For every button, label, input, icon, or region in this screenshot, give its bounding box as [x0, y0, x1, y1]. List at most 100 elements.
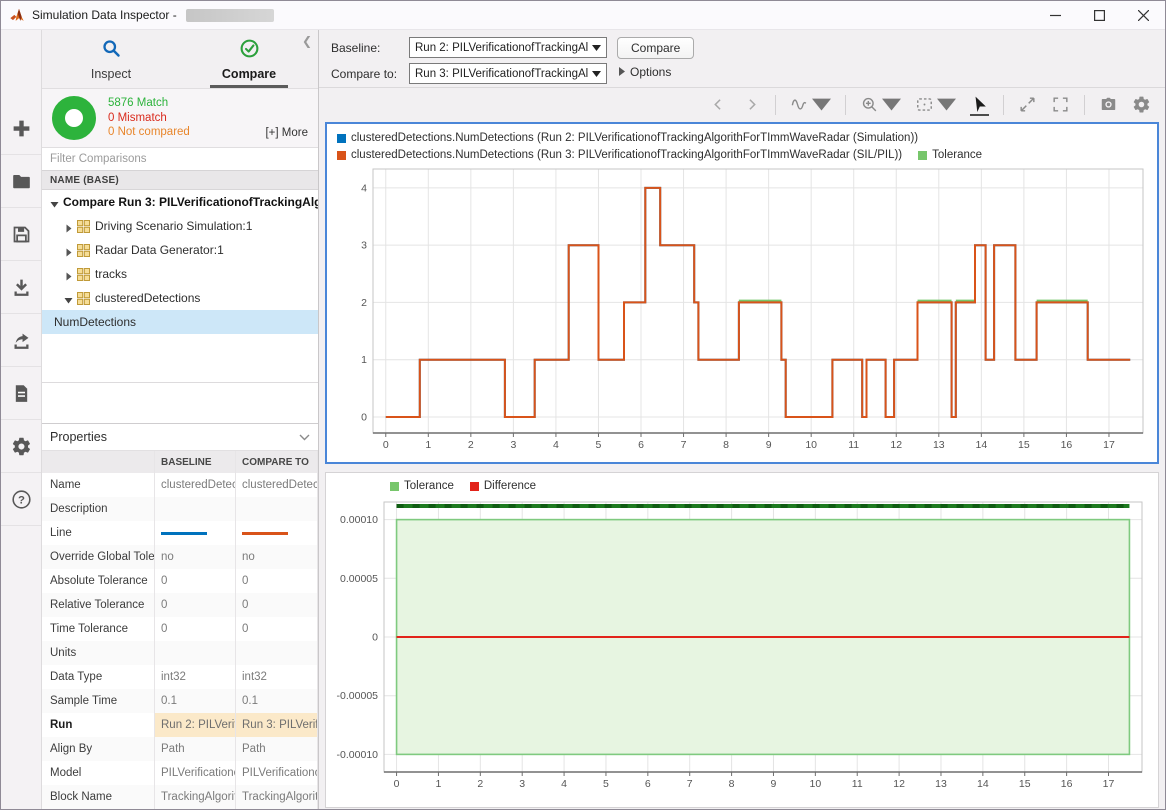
comparison-sidebar: Inspect Compare ❮ 5876 Match 0 Mismatch …	[42, 30, 319, 809]
legend-item[interactable]: Tolerance	[918, 147, 982, 163]
more-link[interactable]: [+] More	[265, 127, 308, 139]
compare-to-column-header: COMPARE TO	[236, 451, 318, 473]
cursor-tool-button[interactable]	[970, 95, 989, 116]
tree-item-label: clusteredDetections	[95, 291, 200, 305]
zoom-in-tool-button[interactable]	[860, 95, 901, 116]
svg-text:12: 12	[893, 778, 905, 790]
property-label: Relative Tolerance	[42, 593, 155, 617]
collapsed-caret-icon[interactable]	[64, 222, 73, 231]
difference-chart-card[interactable]: ToleranceDifference 01234567891011121314…	[325, 472, 1159, 808]
legend-item[interactable]: Difference	[470, 478, 536, 494]
export-button[interactable]	[1, 314, 41, 367]
legend-item[interactable]: clusteredDetections.NumDetections (Run 3…	[337, 147, 902, 163]
svg-text:15: 15	[1019, 778, 1031, 790]
matlab-logo-icon	[9, 8, 25, 23]
svg-text:0: 0	[394, 778, 400, 790]
expand-tool-button[interactable]	[1018, 95, 1037, 116]
dropdown-caret-icon[interactable]	[882, 95, 901, 114]
legend-item[interactable]: Tolerance	[390, 478, 454, 494]
svg-text:0.00005: 0.00005	[340, 573, 378, 585]
tree-item[interactable]: Compare Run 3: PILVerificationofTracking…	[42, 190, 318, 214]
tree-item[interactable]: Driving Scenario Simulation:1	[42, 214, 318, 238]
maximize-button[interactable]	[1077, 1, 1121, 29]
baseline-run-dropdown[interactable]: Run 2: PILVerificationofTrackingAl	[409, 37, 607, 58]
collapsed-caret-icon[interactable]	[64, 270, 73, 279]
dropdown-caret-icon[interactable]	[937, 95, 956, 114]
signal-group-icon	[77, 220, 90, 233]
export-icon	[11, 330, 32, 351]
dropdown-caret-icon[interactable]	[812, 95, 831, 114]
redacted-text	[186, 9, 274, 22]
magnifier-icon	[101, 38, 122, 64]
options-disclosure[interactable]: Options	[617, 65, 694, 79]
property-value-compare: no	[236, 545, 318, 569]
property-value-compare: TrackingAlgorit	[236, 785, 318, 809]
svg-text:6: 6	[645, 778, 651, 790]
options-triangle-icon	[619, 65, 625, 79]
property-label: Override Global Tole	[42, 545, 155, 569]
active-tab-underline	[210, 85, 288, 88]
settings-tool-button[interactable]	[1132, 95, 1151, 116]
tree-item[interactable]: tracks	[42, 262, 318, 286]
tab-compare[interactable]: Compare	[180, 30, 318, 88]
svg-text:1: 1	[361, 354, 367, 366]
fit-view-tool-button[interactable]	[915, 95, 956, 116]
property-value-baseline: 0	[155, 569, 236, 593]
svg-text:1: 1	[436, 778, 442, 790]
svg-text:?: ?	[18, 494, 25, 506]
comparison-summary: 5876 Match 0 Mismatch 0 Not compared [+]…	[42, 89, 318, 148]
back-tool-button[interactable]	[709, 95, 728, 116]
chevron-down-icon[interactable]	[299, 430, 310, 444]
import-button[interactable]	[1, 261, 41, 314]
collapse-sidebar-icon[interactable]: ❮	[302, 34, 312, 48]
tree-item[interactable]: clusteredDetections	[42, 286, 318, 310]
compare-to-run-dropdown[interactable]: Run 3: PILVerificationofTrackingAl	[409, 63, 607, 84]
fullscreen-tool-button[interactable]	[1051, 95, 1070, 116]
tree-item[interactable]: Radar Data Generator:1	[42, 238, 318, 262]
signal-wave-tool-button[interactable]	[790, 95, 831, 116]
comparison-plot[interactable]: 0123456789101112131415161701234	[327, 163, 1157, 462]
dropdown-caret-icon	[592, 42, 601, 54]
tree-empty-area	[42, 334, 318, 383]
forward-tool-button[interactable]	[742, 95, 761, 116]
svg-text:4: 4	[561, 778, 567, 790]
tree-item[interactable]: NumDetections	[42, 310, 318, 334]
preferences-button[interactable]	[1, 420, 41, 473]
tree-item-label: NumDetections	[54, 315, 136, 329]
filter-comparisons-input[interactable]	[42, 148, 318, 170]
property-label: Name	[42, 473, 155, 497]
svg-text:2: 2	[477, 778, 483, 790]
app-window: Simulation Data Inspector - ? Inspect	[0, 0, 1166, 810]
svg-text:-0.00010: -0.00010	[337, 749, 379, 761]
report-button[interactable]	[1, 367, 41, 420]
mismatch-count: 0 Mismatch	[108, 111, 190, 126]
compare-button[interactable]: Compare	[617, 37, 694, 59]
close-button[interactable]	[1121, 1, 1165, 29]
expanded-caret-icon[interactable]	[50, 198, 59, 207]
tab-inspect[interactable]: Inspect	[42, 30, 180, 88]
open-folder-button[interactable]	[1, 155, 41, 208]
save-button[interactable]	[1, 208, 41, 261]
property-value-baseline: 0	[155, 593, 236, 617]
svg-text:7: 7	[681, 439, 687, 451]
tree-item-label: tracks	[95, 267, 127, 281]
collapsed-caret-icon[interactable]	[64, 246, 73, 255]
help-button[interactable]: ?	[1, 473, 41, 526]
add-button[interactable]	[1, 102, 41, 155]
settings-icon	[1132, 95, 1151, 114]
property-value-compare: Run 3: PILVerif	[236, 713, 318, 737]
property-value-compare: Path	[236, 737, 318, 761]
minimize-button[interactable]	[1033, 1, 1077, 29]
legend-swatch	[337, 151, 346, 160]
difference-plot[interactable]: 012345678910111213141516170.000100.00005…	[326, 494, 1158, 807]
property-value-baseline[interactable]	[155, 521, 236, 545]
svg-text:2: 2	[361, 297, 367, 309]
expanded-caret-icon[interactable]	[64, 294, 73, 303]
title-bar: Simulation Data Inspector -	[1, 1, 1165, 30]
sidebar-tabs: Inspect Compare ❮	[42, 30, 318, 89]
property-value-compare[interactable]	[236, 521, 318, 545]
legend-item[interactable]: clusteredDetections.NumDetections (Run 2…	[337, 130, 918, 146]
comparison-chart-card[interactable]: clusteredDetections.NumDetections (Run 2…	[325, 122, 1159, 464]
toolbar-divider	[1003, 95, 1004, 115]
camera-tool-button[interactable]	[1099, 95, 1118, 116]
